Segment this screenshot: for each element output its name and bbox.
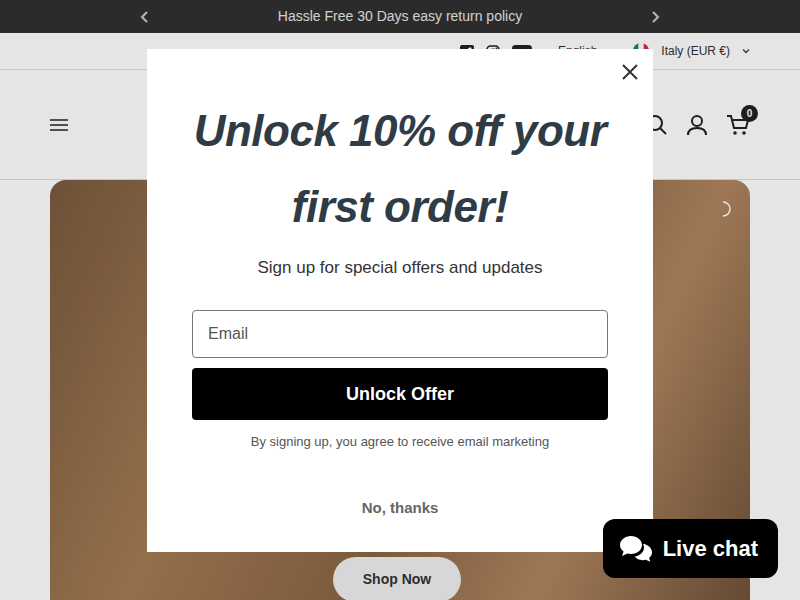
email-input[interactable] <box>192 310 608 358</box>
close-icon <box>621 63 639 81</box>
unlock-offer-button[interactable]: Unlock Offer <box>192 368 608 420</box>
popup-disclaimer: By signing up, you agree to receive emai… <box>192 432 608 452</box>
decline-button[interactable]: No, thanks <box>362 497 439 520</box>
live-chat-label[interactable]: Live chat <box>663 532 758 565</box>
live-chat-button[interactable]: Live chat <box>603 519 778 578</box>
popup-title: Unlock 10% off your first order! <box>192 93 608 245</box>
popup-overlay[interactable]: Unlock 10% off your first order! Sign up… <box>0 0 800 600</box>
newsletter-popup: Unlock 10% off your first order! Sign up… <box>147 49 653 552</box>
close-button[interactable] <box>621 63 639 81</box>
chat-icon <box>619 534 653 564</box>
popup-subtitle: Sign up for special offers and updates <box>192 255 608 281</box>
